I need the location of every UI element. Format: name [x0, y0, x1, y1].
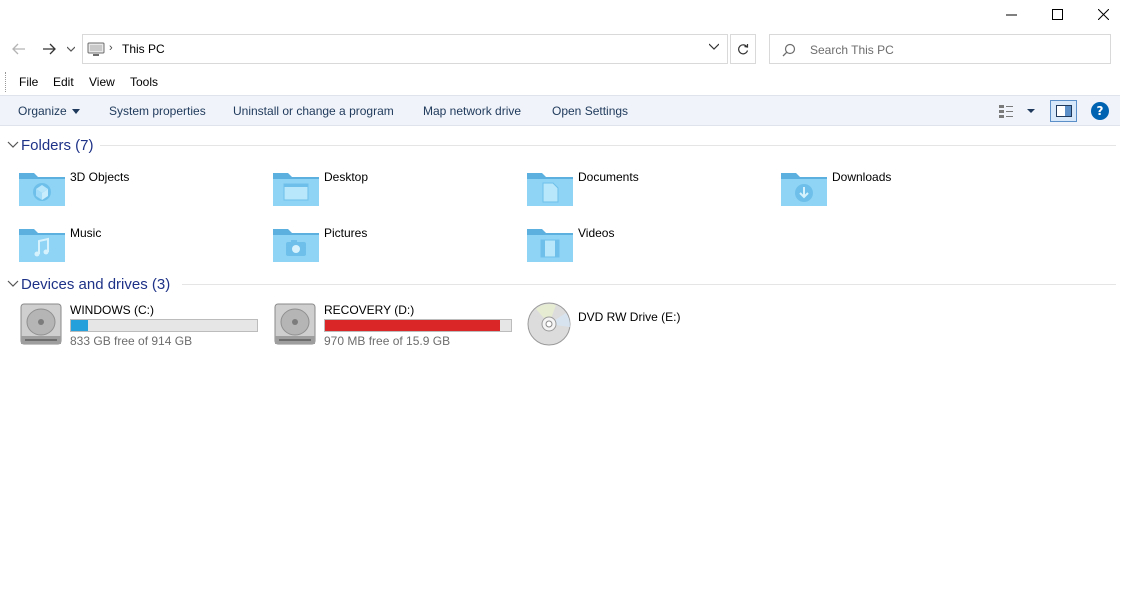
drive-label: DVD RW Drive (E:) — [578, 310, 681, 324]
view-options-icon — [999, 105, 1013, 118]
drive-usage-fill — [71, 320, 88, 331]
folder-label: Pictures — [324, 226, 368, 240]
menu-file[interactable]: File — [19, 75, 38, 89]
breadcrumb-this-pc[interactable]: This PC — [122, 42, 165, 56]
videos-folder-icon — [527, 229, 573, 262]
close-button[interactable] — [1080, 0, 1126, 28]
documents-folder-icon — [527, 173, 573, 206]
preview-pane-icon — [1055, 105, 1072, 117]
folder-label: Desktop — [324, 170, 369, 184]
hard-drive-icon — [274, 303, 316, 345]
organize-button[interactable]: Organize — [18, 104, 80, 118]
desktop-folder-icon — [273, 173, 319, 206]
back-button[interactable] — [8, 39, 30, 59]
address-dropdown-icon[interactable] — [709, 43, 719, 50]
command-bar: Organize System properties Uninstall or … — [0, 95, 1120, 126]
folder-music[interactable]: Music — [18, 223, 258, 275]
drive-label: RECOVERY (D:) — [324, 303, 415, 317]
folder-label: Downloads — [832, 170, 892, 184]
minimize-icon — [1005, 14, 1017, 15]
folder-desktop[interactable]: Desktop — [272, 167, 512, 219]
folder-videos[interactable]: Videos — [526, 223, 766, 275]
folder-label: Music — [70, 226, 102, 240]
help-button[interactable]: ? — [1091, 102, 1109, 120]
folders-group-header[interactable]: Folders (7) — [6, 136, 1116, 154]
drive-free-space: 970 MB free of 15.9 GB — [324, 334, 451, 348]
navigation-bar: › This PC Search This PC — [0, 34, 1126, 64]
search-box[interactable]: Search This PC — [769, 34, 1111, 64]
computer-icon — [87, 42, 105, 56]
group-divider — [182, 284, 1116, 285]
menu-grip — [5, 72, 7, 92]
open-settings-button[interactable]: Open Settings — [552, 104, 628, 118]
arrow-left-icon — [12, 43, 25, 55]
menu-tools[interactable]: Tools — [130, 75, 158, 89]
folder-label: Documents — [578, 170, 639, 184]
drives-group-title: Devices and drives (3) — [21, 275, 171, 293]
pictures-folder-icon — [273, 229, 319, 262]
view-dropdown-icon — [1027, 109, 1035, 113]
maximize-button[interactable] — [1034, 0, 1080, 28]
folder-pictures[interactable]: Pictures — [272, 223, 512, 275]
close-icon — [1097, 8, 1109, 20]
drive-e[interactable]: DVD RW Drive (E:) — [526, 301, 776, 353]
drive-usage-bar — [324, 319, 512, 332]
search-placeholder: Search This PC — [810, 43, 894, 57]
chevron-down-icon — [67, 46, 75, 52]
refresh-button[interactable] — [730, 34, 756, 64]
collapse-chevron-icon — [7, 280, 19, 287]
preview-pane-button[interactable] — [1050, 100, 1077, 122]
folder-documents[interactable]: Documents — [526, 167, 766, 219]
folders-group-title: Folders (7) — [21, 136, 94, 154]
uninstall-program-button[interactable]: Uninstall or change a program — [233, 104, 394, 118]
collapse-chevron-icon — [7, 141, 19, 148]
folder-3d-objects[interactable]: 3D Objects — [18, 167, 258, 219]
organize-caret-icon — [71, 109, 80, 115]
downloads-folder-icon — [781, 173, 827, 206]
drive-label: WINDOWS (C:) — [70, 303, 154, 317]
drive-d[interactable]: RECOVERY (D:) 970 MB free of 15.9 GB — [272, 301, 522, 353]
window-controls — [988, 0, 1126, 28]
forward-button[interactable] — [38, 39, 60, 59]
3d-objects-folder-icon — [19, 173, 65, 206]
folder-label: Videos — [578, 226, 615, 240]
address-bar[interactable]: › This PC — [82, 34, 728, 64]
drive-free-space: 833 GB free of 914 GB — [70, 334, 193, 348]
menu-view[interactable]: View — [89, 75, 115, 89]
minimize-button[interactable] — [988, 0, 1034, 28]
map-network-drive-button[interactable]: Map network drive — [423, 104, 521, 118]
change-view-button[interactable] — [998, 102, 1038, 120]
refresh-icon — [738, 44, 749, 55]
menu-bar: File Edit View Tools — [0, 72, 300, 92]
folder-downloads[interactable]: Downloads — [780, 167, 1020, 219]
drive-c[interactable]: WINDOWS (C:) 833 GB free of 914 GB — [18, 301, 268, 353]
group-divider — [100, 145, 1116, 146]
recent-locations-button[interactable] — [63, 39, 79, 59]
search-icon — [782, 43, 796, 57]
folder-label: 3D Objects — [70, 170, 130, 184]
drives-group-header[interactable]: Devices and drives (3) — [6, 275, 1116, 293]
drive-usage-fill — [325, 320, 500, 331]
drive-usage-bar — [70, 319, 258, 332]
dvd-drive-icon — [527, 302, 571, 346]
arrow-right-icon — [43, 43, 56, 55]
organize-label: Organize — [18, 104, 67, 118]
hard-drive-icon — [20, 303, 62, 345]
music-folder-icon — [19, 229, 65, 262]
system-properties-button[interactable]: System properties — [109, 104, 206, 118]
menu-edit[interactable]: Edit — [53, 75, 74, 89]
maximize-icon — [1051, 8, 1063, 20]
breadcrumb-separator: › — [109, 42, 113, 54]
